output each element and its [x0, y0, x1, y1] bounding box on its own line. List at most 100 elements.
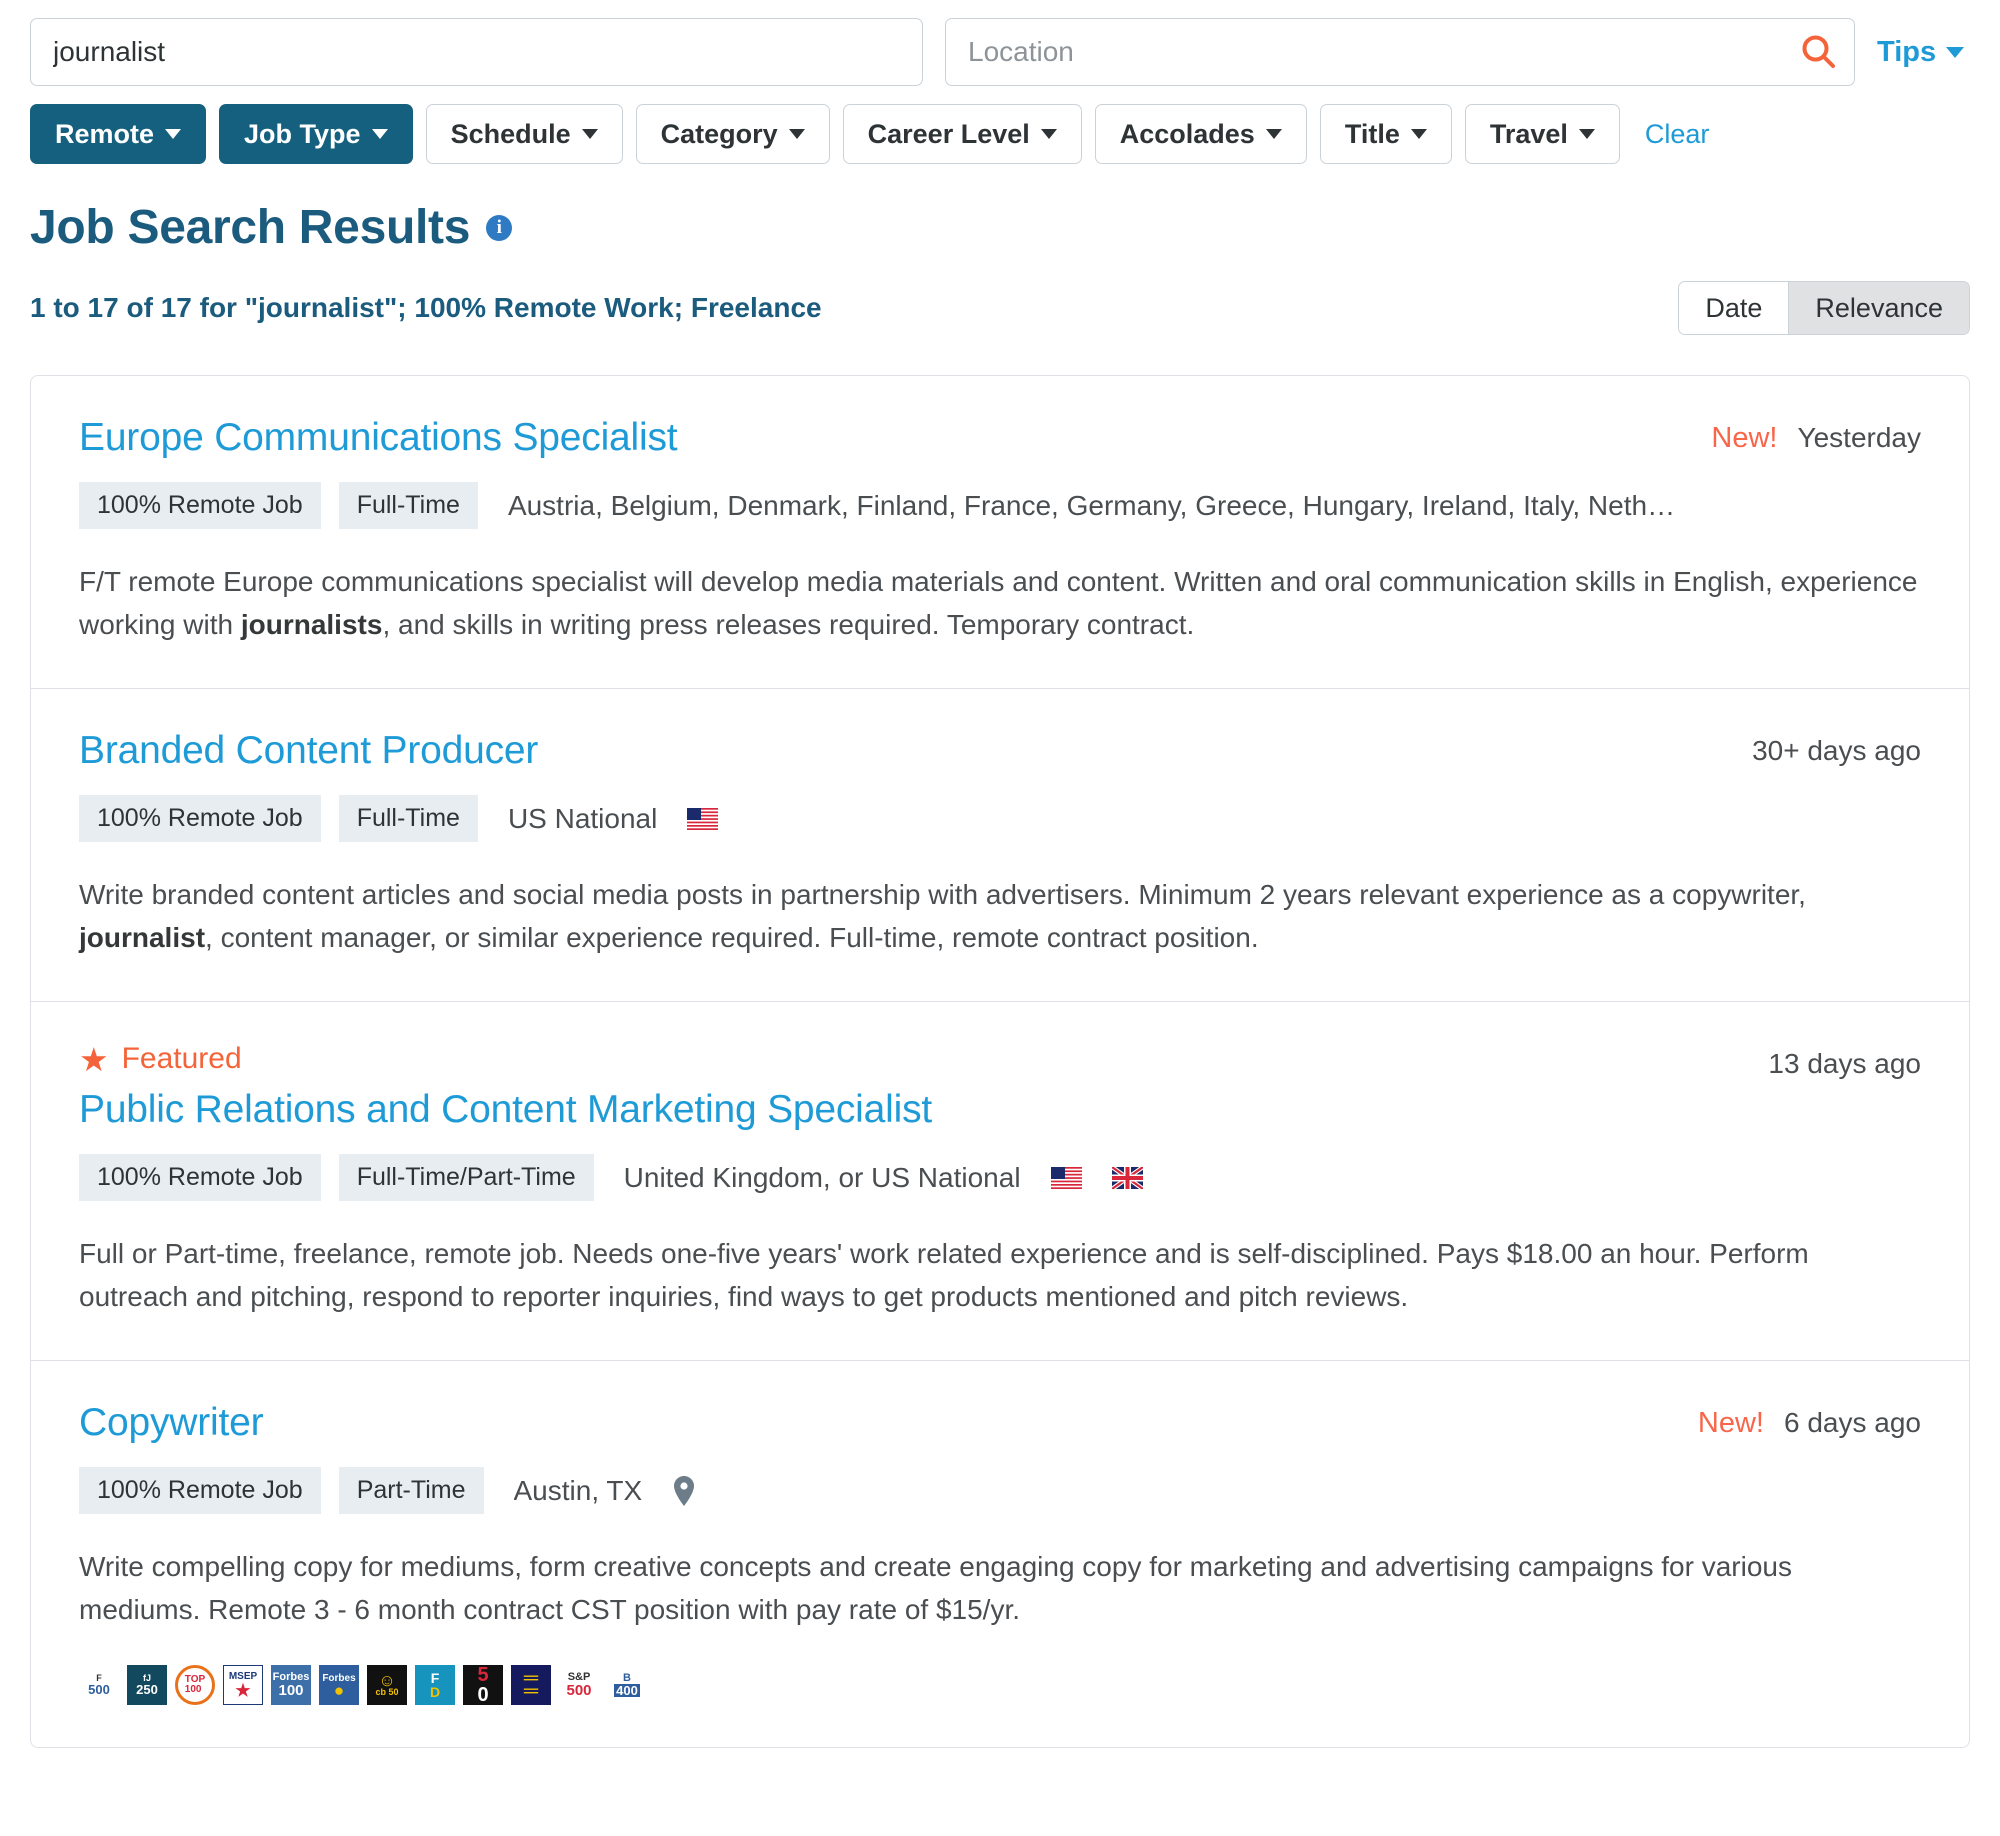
filter-category[interactable]: Category: [635, 104, 830, 164]
job-card[interactable]: Europe Communications Specialist 100% Re…: [31, 376, 1969, 690]
filter-travel-label: Travel: [1489, 118, 1568, 149]
search-icon: [1798, 31, 1838, 74]
filter-category-label: Category: [660, 118, 778, 149]
filter-accolades[interactable]: Accolades: [1094, 104, 1307, 164]
chevron-down-icon: [1946, 46, 1965, 58]
forbes-globe-badge: Forbes ●: [319, 1665, 359, 1706]
forbes-100-badge: Forbes 100: [271, 1665, 311, 1706]
job-title-link[interactable]: Europe Communications Specialist: [79, 416, 678, 460]
results-summary-row: 1 to 17 of 17 for "journalist"; 100% Rem…: [30, 281, 1970, 335]
chevron-down-icon: [1040, 129, 1057, 139]
job-tag-schedule: Full-Time: [338, 795, 478, 843]
featured-label: Featured: [121, 1042, 242, 1076]
search-button[interactable]: [1795, 29, 1841, 75]
fortune-500-badge: F 500: [79, 1665, 119, 1706]
top-50-badge: 50: [463, 1665, 503, 1706]
filter-accolades-label: Accolades: [1119, 118, 1255, 149]
job-title-link[interactable]: Branded Content Producer: [79, 729, 538, 773]
job-description-pre: Full or Part-time, freelance, remote job…: [79, 1238, 1809, 1312]
job-meta-row: 100% Remote Job Full-Time Austria, Belgi…: [79, 482, 1681, 529]
filter-career-level[interactable]: Career Level: [842, 104, 1082, 164]
job-tag-schedule: Full-Time/Part-Time: [338, 1154, 594, 1202]
chevron-down-icon: [581, 129, 598, 139]
job-location: US National: [507, 802, 658, 834]
filter-title[interactable]: Title: [1319, 104, 1452, 164]
job-tag-remote: 100% Remote Job: [79, 1154, 321, 1202]
job-title-link[interactable]: Copywriter: [79, 1401, 264, 1445]
location-field-wrap: [945, 18, 1855, 86]
job-description: Full or Part-time, freelance, remote job…: [79, 1233, 1921, 1318]
keyword-search-input[interactable]: [30, 18, 923, 86]
job-location: United Kingdom, or US National: [623, 1161, 1021, 1193]
chevron-down-icon: [165, 129, 182, 139]
job-date-col: New! 6 days ago: [1698, 1401, 1921, 1440]
job-card[interactable]: ★ Featured Public Relations and Content …: [31, 1002, 1969, 1362]
cb-50-badge: ☺ cb 50: [367, 1665, 407, 1706]
filter-schedule-label: Schedule: [450, 118, 571, 149]
job-date-col: New! Yesterday: [1711, 416, 1921, 455]
keyword-field-wrap: [30, 18, 923, 86]
job-description-post: , and skills in writing press releases r…: [382, 608, 1195, 640]
info-icon[interactable]: i: [486, 214, 513, 241]
job-location: Austin, TX: [513, 1474, 643, 1506]
chevron-down-icon: [788, 129, 805, 139]
clear-filters-link[interactable]: Clear: [1645, 119, 1710, 150]
filter-travel[interactable]: Travel: [1464, 104, 1620, 164]
job-card[interactable]: Copywriter 100% Remote Job Part-Time Aus…: [31, 1361, 1969, 1747]
tips-dropdown[interactable]: Tips: [1877, 35, 1965, 69]
chevron-down-icon: [1578, 129, 1595, 139]
job-location: Austria, Belgium, Denmark, Finland, Fran…: [507, 489, 1681, 521]
star-icon: ★: [79, 1040, 109, 1078]
featured-badge: ★ Featured: [79, 1042, 1738, 1076]
map-pin-icon: [672, 1475, 696, 1507]
filter-title-label: Title: [1344, 118, 1400, 149]
filter-schedule[interactable]: Schedule: [425, 104, 623, 164]
job-date-col: 13 days ago: [1768, 1042, 1921, 1080]
filter-career-level-label: Career Level: [867, 118, 1030, 149]
new-badge: New!: [1711, 422, 1778, 454]
job-card-main: ★ Featured Public Relations and Content …: [79, 1042, 1738, 1202]
sort-by-date-button[interactable]: Date: [1679, 282, 1790, 334]
job-search-page: Tips Remote Job Type Schedule Category C…: [0, 0, 2000, 1836]
job-description: Write branded content articles and socia…: [79, 874, 1921, 959]
chevron-down-icon: [371, 129, 388, 139]
job-date-col: 30+ days ago: [1752, 729, 1921, 767]
results-count-text: 1 to 17 of 17 for "journalist"; 100% Rem…: [30, 292, 822, 323]
job-posted-date: 30+ days ago: [1752, 735, 1921, 767]
tips-label: Tips: [1877, 35, 1937, 68]
us-flag-icon: [1050, 1166, 1082, 1189]
page-title: Job Search Results i: [30, 200, 1970, 255]
job-tag-schedule: Full-Time: [338, 482, 478, 529]
filter-job-type-label: Job Type: [244, 118, 361, 149]
filter-remote-label: Remote: [55, 118, 155, 149]
location-search-input[interactable]: [945, 18, 1855, 86]
top-100-badge: TOP 100: [175, 1665, 215, 1706]
job-posted-date: 6 days ago: [1784, 1407, 1921, 1439]
chevron-down-icon: [1265, 129, 1282, 139]
filter-job-type[interactable]: Job Type: [219, 104, 413, 164]
sort-by-relevance-button[interactable]: Relevance: [1789, 282, 1969, 334]
job-card-header: Branded Content Producer 100% Remote Job…: [79, 729, 1921, 843]
page-title-text: Job Search Results: [30, 201, 471, 254]
job-meta-row: 100% Remote Job Full-Time/Part-Time Unit…: [79, 1154, 1738, 1202]
job-card[interactable]: Branded Content Producer 100% Remote Job…: [31, 689, 1969, 1003]
job-card-header: Europe Communications Specialist 100% Re…: [79, 416, 1921, 529]
sort-toggle-group: Date Relevance: [1678, 281, 1970, 335]
job-description-keyword: journalists: [240, 608, 383, 640]
job-card-main: Branded Content Producer 100% Remote Job…: [79, 729, 1722, 843]
search-bar: Tips: [30, 18, 1970, 86]
msep-badge: MSEP ★: [223, 1665, 263, 1706]
job-title-link[interactable]: Public Relations and Content Marketing S…: [79, 1088, 932, 1132]
job-description-pre: Write branded content articles and socia…: [79, 879, 1806, 911]
fd-badge: FD: [415, 1665, 455, 1706]
job-meta-row: 100% Remote Job Part-Time Austin, TX: [79, 1467, 1668, 1515]
job-meta-row: 100% Remote Job Full-Time US National: [79, 795, 1722, 843]
job-tag-remote: 100% Remote Job: [79, 482, 321, 529]
job-tag-remote: 100% Remote Job: [79, 795, 321, 843]
job-tag-schedule: Part-Time: [338, 1467, 484, 1515]
chevron-down-icon: [1410, 129, 1427, 139]
accolade-badge-strip: F 500 fJ 250 TOP 100 MSEP ★ Forbes 100 Forbes…: [79, 1665, 1921, 1706]
filter-remote[interactable]: Remote: [30, 104, 207, 164]
job-card-main: Europe Communications Specialist 100% Re…: [79, 416, 1681, 529]
job-description-keyword: journalist: [79, 921, 206, 953]
